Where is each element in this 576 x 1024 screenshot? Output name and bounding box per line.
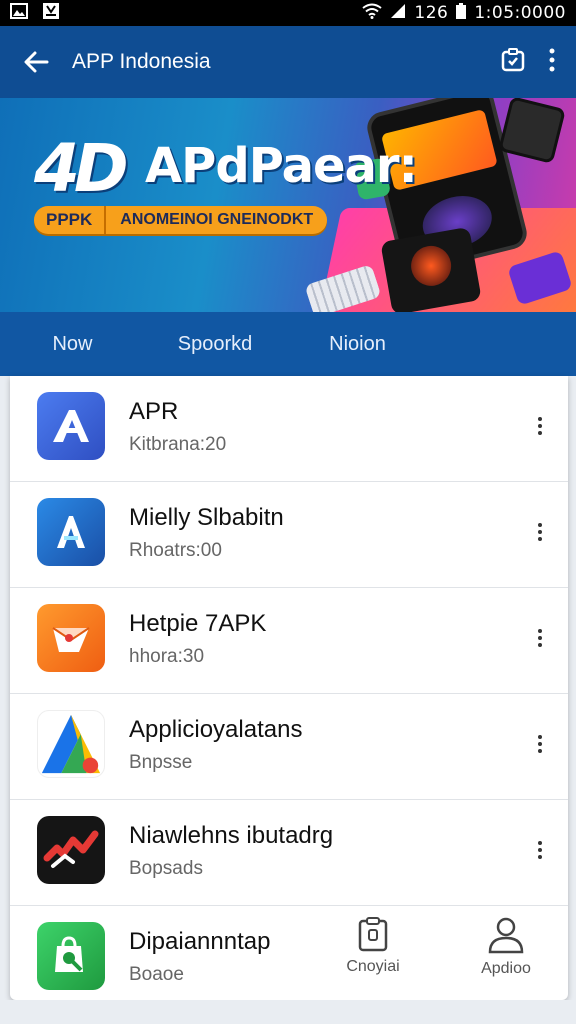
list-item[interactable]: Applicioyalatans Bnpsse [10, 694, 568, 800]
tagline-left: PPPK [34, 206, 107, 234]
share-button[interactable] [500, 47, 526, 78]
tab-bar: Now Spoorkd Nioion [0, 312, 576, 376]
app-subtitle: Boaoe [129, 964, 184, 985]
tab-now[interactable]: Now [0, 312, 145, 376]
envelope-icon [37, 604, 105, 672]
app-name: Mielly Slbabitn [129, 504, 284, 531]
app-bar: APP Indonesia [0, 26, 576, 98]
wifi-icon [362, 3, 382, 24]
status-bar: 126 1:05:0000 [0, 0, 576, 26]
more-vert-icon[interactable] [530, 512, 550, 552]
more-options-button[interactable] [548, 48, 556, 77]
app-name: APR [129, 398, 179, 425]
app-name: Hetpie 7APK [129, 610, 267, 637]
list-item[interactable]: Hetpie 7APK hhora:30 [10, 588, 568, 694]
back-button[interactable] [0, 26, 72, 98]
list-item[interactable]: Mielly Slbabitn Rhoatrs:00 [10, 482, 568, 588]
app-subtitle: Kitbrana:20 [129, 434, 227, 455]
red-swoosh-icon [37, 816, 105, 884]
nav-clipboard[interactable]: Cnoyiai [318, 916, 428, 996]
brand-logo: 4D [34, 130, 129, 207]
bottom-edge [0, 1000, 576, 1024]
battery-level: 126 [414, 3, 449, 23]
list-item[interactable]: APR Kitbrana:20 [10, 376, 568, 482]
app-name: Niawlehns ibutadrg [129, 822, 334, 849]
nav-label: Cnoyiai [346, 958, 400, 975]
tab-nioion[interactable]: Nioion [285, 312, 430, 376]
nav-label: Apdioo [481, 960, 531, 977]
back-arrow-icon [24, 51, 49, 73]
clipboard-icon [358, 917, 388, 952]
page-title: APP Indonesia [72, 50, 211, 73]
app-name: Applicioyalatans [129, 716, 303, 743]
more-vert-icon[interactable] [530, 830, 550, 870]
app-a-blue-icon [37, 498, 105, 566]
app-list: APR Kitbrana:20 Mielly Slbabitn Rhoatrs:… [10, 376, 568, 1000]
share-icon [501, 47, 525, 71]
phone-illustration-2 [380, 226, 482, 312]
app-subtitle: Rhoatrs:00 [129, 540, 222, 561]
more-vert-icon[interactable] [530, 724, 550, 764]
more-vert-icon[interactable] [530, 406, 550, 446]
battery-icon [456, 2, 467, 24]
app-subtitle: hhora:30 [129, 646, 205, 667]
banner-tagline: PPPK ANOMEINOI GNEINODKT [34, 206, 328, 234]
tab-spoorkd[interactable]: Spoorkd [145, 312, 285, 376]
more-vert-icon[interactable] [530, 618, 550, 658]
photo-card-decoration [498, 98, 566, 164]
nav-profile[interactable]: Apdioo [451, 916, 561, 996]
app-subtitle: Bopsads [129, 858, 203, 879]
download-icon [42, 2, 60, 25]
gallery-icon [10, 2, 28, 24]
green-bag-icon [37, 922, 105, 990]
more-vert-icon [549, 48, 555, 71]
triangle-color-icon [37, 710, 105, 778]
app-a-icon [37, 392, 105, 460]
promo-banner[interactable]: 4D APdPaear: PPPK ANOMEINOI GNEINODKT [0, 98, 576, 312]
app-subtitle: Bnpsse [129, 752, 193, 773]
signal-icon [390, 3, 406, 24]
list-item[interactable]: Niawlehns ibutadrg Bopsads [10, 800, 568, 906]
app-name: Dipaiannntap [129, 928, 271, 955]
person-icon [488, 917, 524, 954]
banner-headline: APdPaear: [145, 138, 418, 194]
status-time: 1:05:0000 [474, 3, 566, 23]
tagline-right: ANOMEINOI GNEINODKT [120, 211, 314, 228]
